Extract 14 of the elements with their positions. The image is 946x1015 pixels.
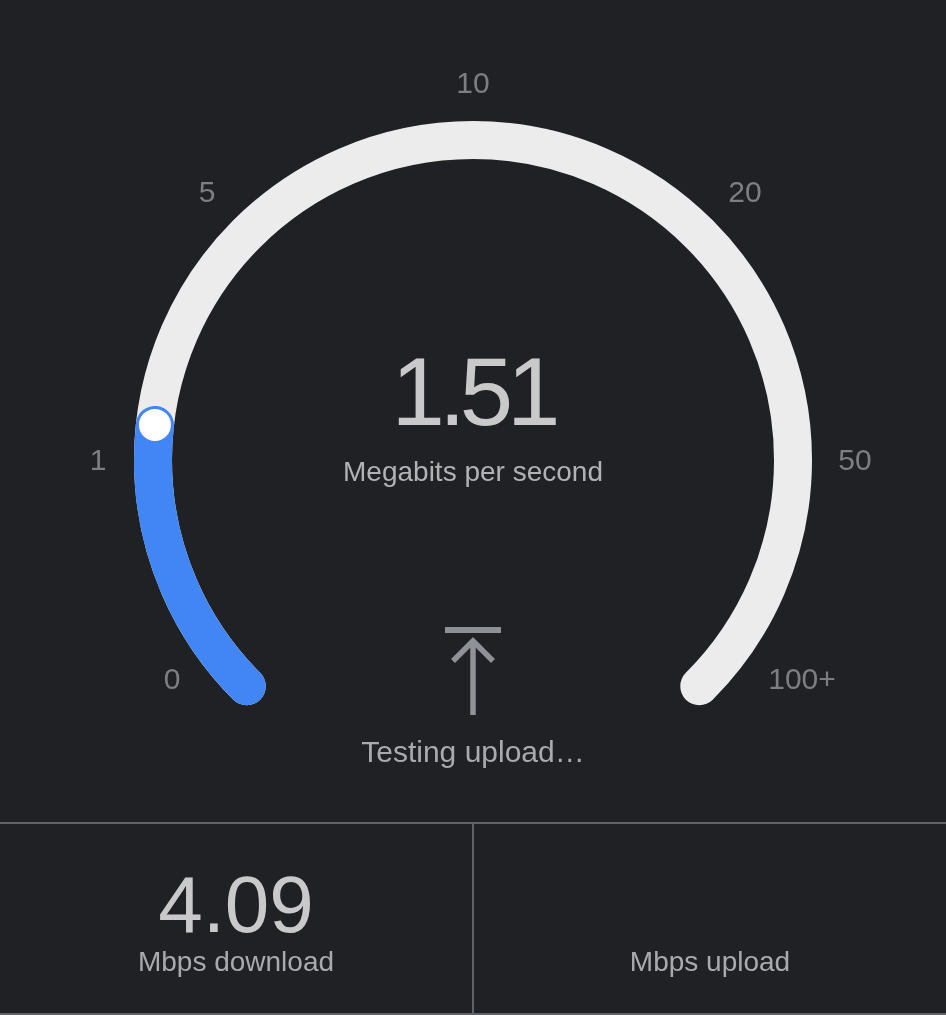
tick-label: 0 bbox=[163, 661, 181, 695]
upload-icon bbox=[443, 627, 503, 715]
status-text: Testing upload… bbox=[361, 734, 585, 770]
tick-label: 50 bbox=[838, 442, 872, 476]
tick-label: 1 bbox=[89, 442, 107, 476]
result-label: Mbps upload bbox=[629, 945, 791, 979]
speed-unit: Megabits per second bbox=[343, 455, 603, 489]
tick-label: 5 bbox=[198, 174, 216, 208]
speed-value: 1.51 bbox=[391, 344, 555, 440]
tick-label: 100+ bbox=[768, 661, 836, 695]
tick-label: 20 bbox=[728, 174, 762, 208]
result-value: 4.09 bbox=[158, 865, 314, 946]
result-label: Mbps download bbox=[137, 945, 335, 979]
tick-label: 10 bbox=[456, 65, 490, 99]
